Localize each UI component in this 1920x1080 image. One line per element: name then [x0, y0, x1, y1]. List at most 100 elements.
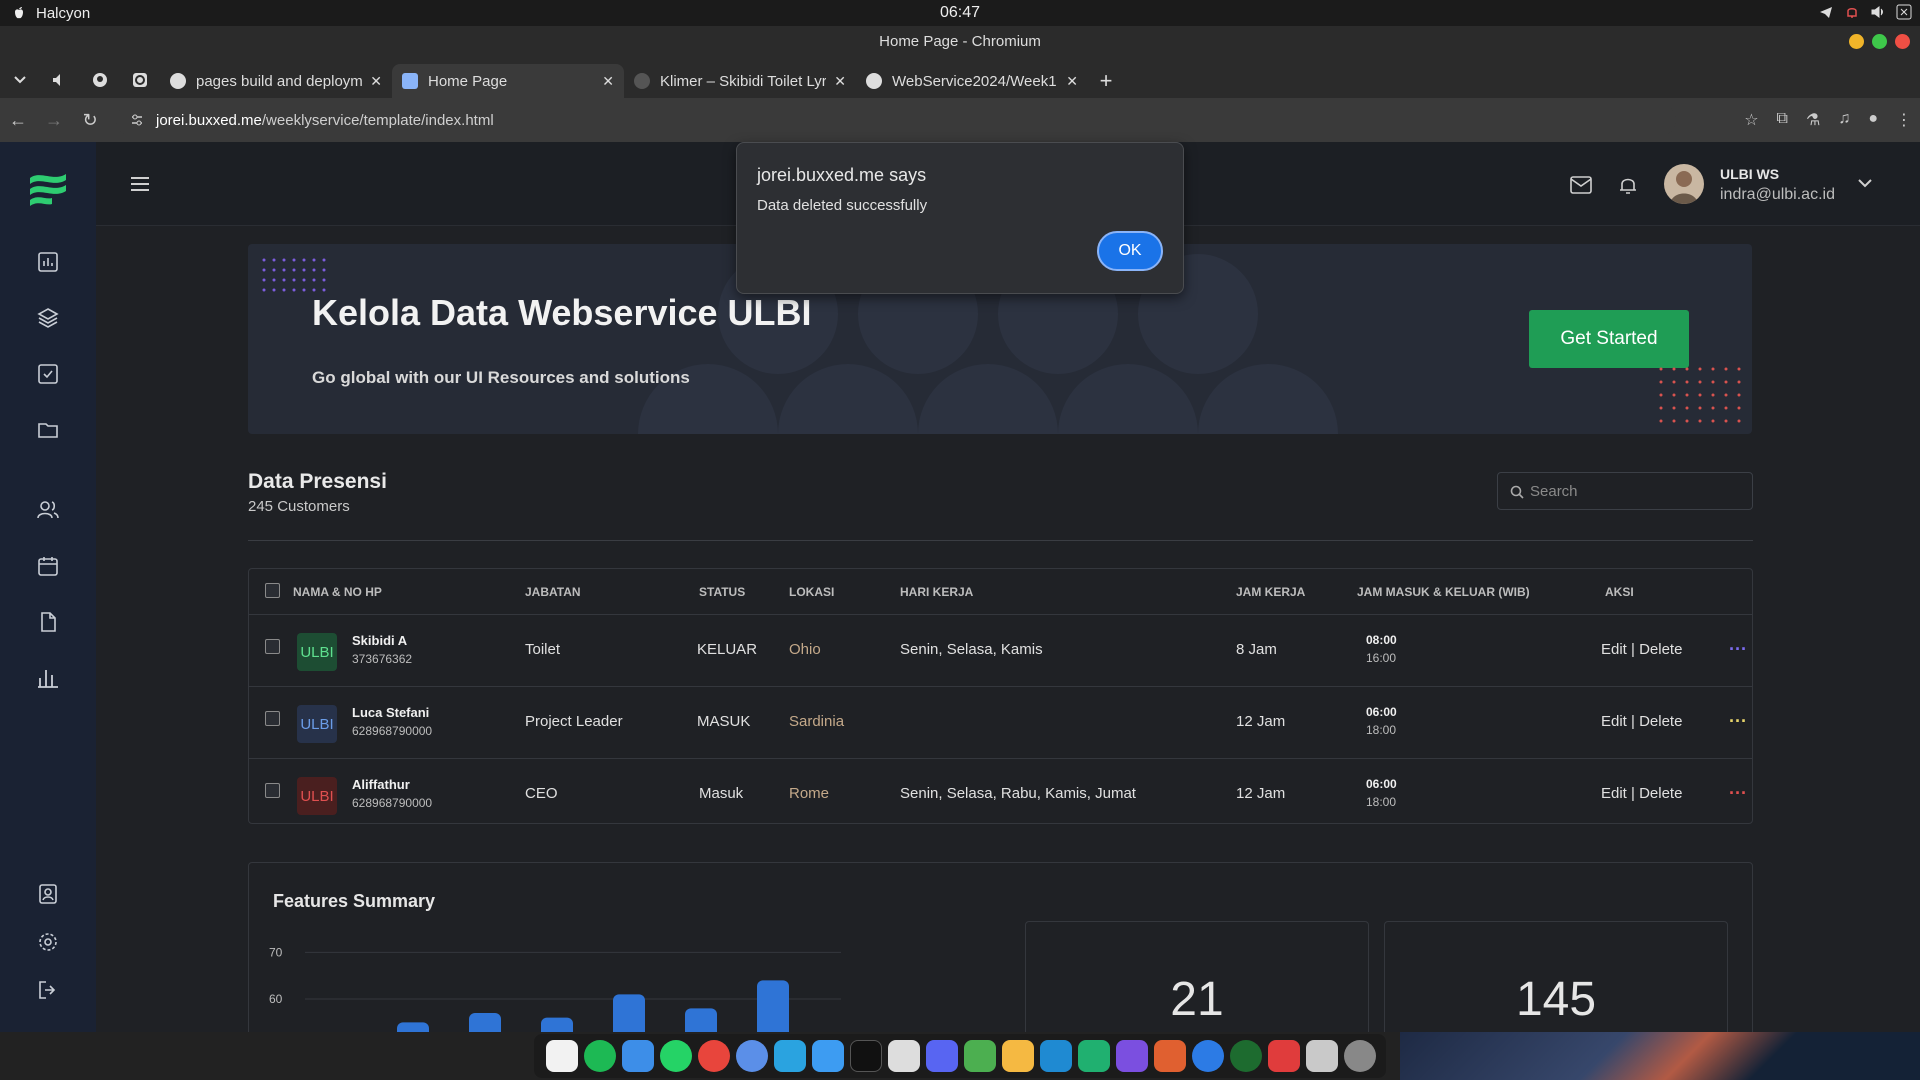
mongodb-app-icon[interactable] — [964, 1040, 996, 1072]
tab-home-page[interactable]: Home Page ✕ — [392, 64, 624, 98]
row-more-options-icon[interactable]: ··· — [1729, 783, 1747, 804]
active-app-name[interactable]: Halcyon — [36, 5, 90, 22]
col-header-hari[interactable]: HARI KERJA — [900, 585, 973, 599]
bell-icon[interactable] — [1618, 175, 1638, 195]
reload-button[interactable]: ↻ — [72, 110, 108, 131]
chevron-down-icon[interactable] — [1858, 178, 1872, 188]
chart-bar[interactable] — [469, 1013, 501, 1032]
close-window-button[interactable] — [1895, 34, 1910, 49]
search-input[interactable]: Search — [1497, 472, 1753, 510]
telegram-app-icon[interactable] — [774, 1040, 806, 1072]
telegram-tray-icon[interactable] — [1818, 4, 1834, 20]
volume-tray-icon[interactable] — [1870, 4, 1886, 20]
user-name[interactable]: ULBI WS — [1720, 166, 1779, 182]
tab-pages-build[interactable]: pages build and deployme ✕ — [160, 64, 392, 98]
pinned-tab-github[interactable] — [80, 62, 120, 98]
url-field[interactable]: jorei.buxxed.me/weeklyservice/template/i… — [116, 104, 1676, 136]
chart-bar[interactable] — [757, 980, 789, 1032]
pinned-tab-chatgpt[interactable] — [120, 62, 160, 98]
vscode-app-icon[interactable] — [1040, 1040, 1072, 1072]
globe-app-icon[interactable] — [1230, 1040, 1262, 1072]
rustrover-app-icon[interactable] — [1154, 1040, 1186, 1072]
chart-bar[interactable] — [613, 994, 645, 1032]
select-all-checkbox[interactable] — [265, 583, 280, 598]
notification-tray-icon[interactable] — [1844, 4, 1860, 20]
chart-bar[interactable] — [685, 1008, 717, 1032]
layers-icon[interactable] — [36, 306, 60, 330]
close-tab-icon[interactable]: ✕ — [602, 73, 614, 90]
row-more-options-icon[interactable]: ··· — [1729, 639, 1747, 660]
col-header-status[interactable]: STATUS — [699, 585, 745, 599]
pinned-tab-audio[interactable] — [40, 62, 80, 98]
labs-flask-icon[interactable]: ⚗ — [1806, 110, 1820, 130]
col-header-jabatan[interactable]: JABATAN — [525, 585, 581, 599]
trash-app-icon[interactable] — [1306, 1040, 1338, 1072]
minimize-button[interactable] — [1849, 34, 1864, 49]
package-app-icon[interactable] — [888, 1040, 920, 1072]
folder-icon[interactable] — [36, 418, 60, 442]
menu-kebab-icon[interactable]: ⋮ — [1896, 110, 1912, 130]
bar-chart-icon[interactable] — [36, 666, 60, 690]
appstore-app-icon[interactable] — [1192, 1040, 1224, 1072]
row-checkbox[interactable] — [265, 711, 280, 726]
gear-icon[interactable] — [36, 930, 60, 954]
user-email[interactable]: indra@ulbi.ac.id — [1720, 186, 1835, 204]
chart-bar[interactable] — [397, 1022, 429, 1032]
row-checkbox[interactable] — [265, 639, 280, 654]
goland-app-icon[interactable] — [1116, 1040, 1148, 1072]
row-edit-delete[interactable]: Edit | Delete — [1601, 785, 1682, 802]
new-tab-button[interactable]: + — [1088, 64, 1124, 98]
chart-bar[interactable] — [541, 1017, 573, 1032]
clion-app-icon[interactable] — [1078, 1040, 1110, 1072]
logout-icon[interactable] — [36, 978, 60, 1002]
media-controls-icon[interactable]: ♫ — [1838, 110, 1850, 130]
notes-app-icon[interactable] — [1002, 1040, 1034, 1072]
back-button[interactable]: ← — [0, 110, 36, 131]
mail-icon[interactable] — [1570, 176, 1592, 194]
dashboard-chart-icon[interactable] — [36, 250, 60, 274]
users-icon[interactable] — [36, 498, 60, 522]
camera-app-icon[interactable] — [1268, 1040, 1300, 1072]
tab-webservice[interactable]: WebService2024/Week1 ✕ — [856, 64, 1088, 98]
avatar[interactable] — [1664, 164, 1704, 204]
get-started-button[interactable]: Get Started — [1529, 310, 1689, 368]
apple-icon[interactable] — [12, 6, 26, 20]
extensions-icon[interactable]: ⧉ — [1777, 110, 1788, 130]
chrome-app-icon[interactable] — [698, 1040, 730, 1072]
calendar-icon[interactable] — [36, 554, 60, 578]
messages-app-icon[interactable] — [812, 1040, 844, 1072]
calendar-app-icon[interactable] — [546, 1040, 578, 1072]
row-edit-delete[interactable]: Edit | Delete — [1601, 641, 1682, 658]
close-tab-icon[interactable]: ✕ — [1066, 73, 1078, 90]
row-edit-delete[interactable]: Edit | Delete — [1601, 713, 1682, 730]
row-more-options-icon[interactable]: ··· — [1729, 711, 1747, 732]
checkbox-task-icon[interactable] — [36, 362, 60, 386]
whatsapp-app-icon[interactable] — [660, 1040, 692, 1072]
chromium-app-icon[interactable] — [736, 1040, 768, 1072]
document-icon[interactable] — [36, 610, 60, 634]
maximize-button[interactable] — [1872, 34, 1887, 49]
site-info-icon[interactable] — [130, 113, 144, 127]
col-header-aksi[interactable]: AKSI — [1605, 585, 1634, 599]
finder-app-icon[interactable] — [622, 1040, 654, 1072]
ok-button[interactable]: OK — [1097, 231, 1163, 271]
close-tab-icon[interactable]: ✕ — [370, 73, 382, 90]
discord-app-icon[interactable] — [926, 1040, 958, 1072]
system-clock[interactable]: 06:47 — [940, 4, 980, 22]
col-header-name[interactable]: NAMA & NO HP — [293, 585, 382, 599]
spotify-app-icon[interactable] — [584, 1040, 616, 1072]
profile-icon[interactable]: ● — [1868, 110, 1878, 130]
settings-app-icon[interactable] — [1344, 1040, 1376, 1072]
close-tab-icon[interactable]: ✕ — [834, 73, 846, 90]
tab-search-button[interactable] — [0, 62, 40, 98]
hamburger-menu-icon[interactable] — [130, 176, 150, 192]
bookmark-star-icon[interactable]: ☆ — [1744, 110, 1758, 130]
row-checkbox[interactable] — [265, 783, 280, 798]
brand-logo-icon[interactable] — [28, 170, 68, 206]
close-tray-icon[interactable] — [1896, 4, 1912, 20]
col-header-jam-masuk[interactable]: JAM MASUK & KELUAR (WIB) — [1357, 585, 1530, 599]
contact-card-icon[interactable] — [36, 882, 60, 906]
terminal-app-icon[interactable] — [850, 1040, 882, 1072]
forward-button[interactable]: → — [36, 110, 72, 131]
tab-klimer[interactable]: Klimer – Skibidi Toilet Lyr ✕ — [624, 64, 856, 98]
